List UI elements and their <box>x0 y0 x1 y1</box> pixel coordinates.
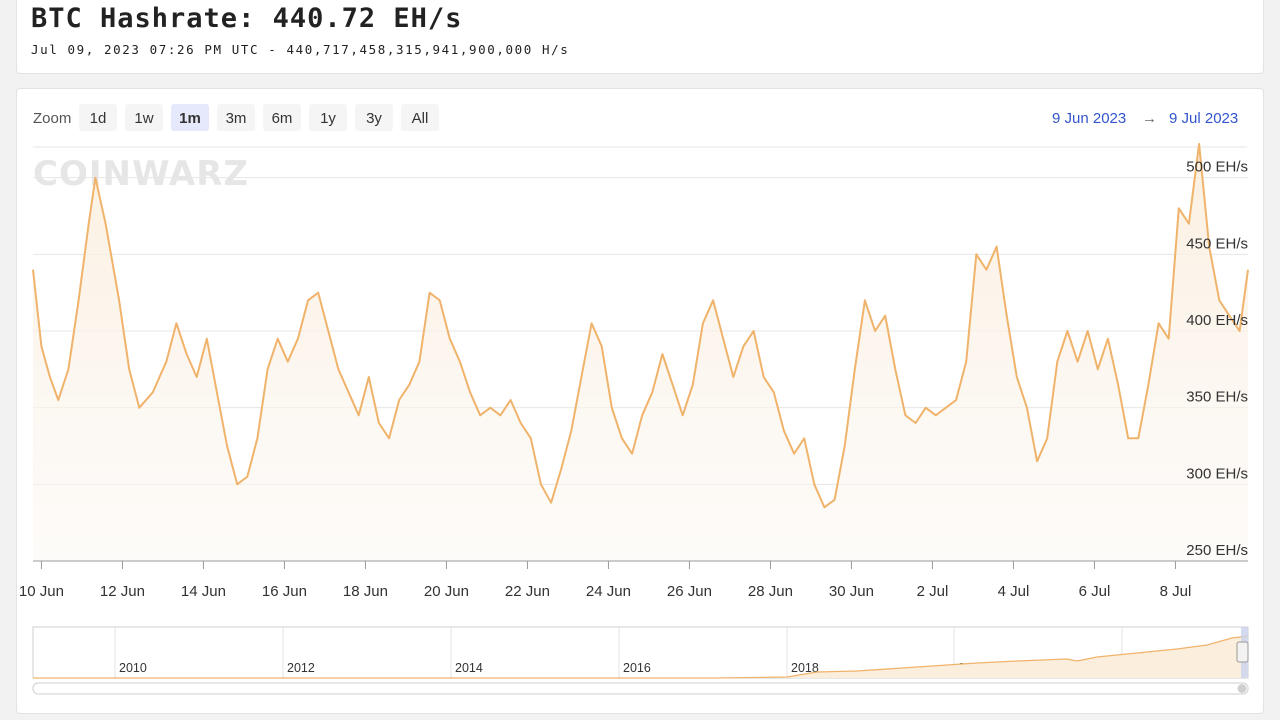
zoom-1y-button[interactable]: 1y <box>309 104 347 131</box>
zoom-1w-button[interactable]: 1w <box>125 104 163 131</box>
x-tick-label: 20 Jun <box>424 583 469 600</box>
scrollbar-thumb[interactable] <box>1237 684 1247 693</box>
y-tick-label: 350 EH/s <box>1186 389 1248 406</box>
navigator-year-label: 2014 <box>455 661 483 675</box>
x-tick-label: 4 Jul <box>998 583 1030 600</box>
x-tick-label: 2 Jul <box>917 583 949 600</box>
range-arrow: → <box>1142 110 1157 127</box>
y-tick-label: 450 EH/s <box>1186 235 1248 252</box>
zoom-button-label: 6m <box>272 110 293 127</box>
page-subtitle: Jul 09, 2023 07:26 PM UTC - 440,717,458,… <box>31 42 570 57</box>
x-tick-label: 10 Jun <box>19 583 64 600</box>
x-tick-label: 16 Jun <box>262 583 307 600</box>
zoom-button-label: 1y <box>320 110 336 127</box>
hashrate-chart: Zoom 1d 1w 1m 3m 6m 1y 3y All 9 Jun 2023 → 9 Ju… <box>19 104 1249 695</box>
chart-card: Zoom 1d 1w 1m 3m 6m 1y 3y All 9 Jun 2023 → 9 Ju… <box>16 88 1264 714</box>
zoom-button-label: 1d <box>90 110 107 127</box>
navigator-year-label: 2010 <box>119 661 147 675</box>
scrollbar-track[interactable] <box>32 682 1249 695</box>
y-tick-label: 300 EH/s <box>1186 465 1248 482</box>
watermark-logo: COINWARZ <box>33 154 249 194</box>
zoom-6m-button[interactable]: 6m <box>263 104 301 131</box>
x-tick-label: 18 Jun <box>343 583 388 600</box>
x-tick-label: 8 Jul <box>1160 583 1192 600</box>
range-from[interactable]: 9 Jun 2023 <box>1052 110 1126 127</box>
x-tick-label: 14 Jun <box>181 583 226 600</box>
zoom-3y-button[interactable]: 3y <box>355 104 393 131</box>
x-tick-label: 12 Jun <box>100 583 145 600</box>
x-tick-label: 24 Jun <box>586 583 631 600</box>
x-tick-label: 28 Jun <box>748 583 793 600</box>
navigator-year-label: 2012 <box>287 661 315 675</box>
plot-area <box>32 142 1249 561</box>
x-tick-label: 6 Jul <box>1079 583 1111 600</box>
x-tick-label: 30 Jun <box>829 583 874 600</box>
zoom-3m-button[interactable]: 3m <box>217 104 255 131</box>
zoom-1m-button[interactable]: 1m <box>171 104 209 131</box>
zoom-button-label: All <box>412 110 429 127</box>
series-area <box>33 143 1248 561</box>
zoom-All-button[interactable]: All <box>401 104 439 131</box>
zoom-button-label: 1w <box>134 110 153 127</box>
x-axis: 10 Jun 12 Jun 14 Jun 16 Jun 18 Jun 20 Jun 22 J… <box>19 560 1248 600</box>
range-to[interactable]: 9 Jul 2023 <box>1169 110 1238 127</box>
x-tick-label: 22 Jun <box>505 583 550 600</box>
zoom-buttons: 1d 1w 1m 3m 6m 1y 3y All <box>79 104 439 131</box>
zoom-button-label: 1m <box>179 110 201 127</box>
navigator-handle[interactable] <box>1236 641 1249 663</box>
zoom-button-label: 3y <box>366 110 382 127</box>
y-tick-label: 400 EH/s <box>1186 312 1248 329</box>
x-tick-label: 26 Jun <box>667 583 712 600</box>
y-tick-label: 500 EH/s <box>1186 159 1248 176</box>
navigator[interactable]: 2010201220142016201820202022 <box>32 626 1249 695</box>
y-tick-label: 250 EH/s <box>1186 542 1248 559</box>
zoom-1d-button[interactable]: 1d <box>79 104 117 131</box>
navigator-year-label: 2016 <box>623 661 651 675</box>
zoom-button-label: 3m <box>226 110 247 127</box>
date-range: 9 Jun 2023 → 9 Jul 2023 <box>1052 110 1238 127</box>
page-title: BTC Hashrate: 440.72 EH/s <box>31 3 463 34</box>
header-card: BTC Hashrate: 440.72 EH/s Jul 09, 2023 0… <box>16 0 1264 74</box>
zoom-label: Zoom <box>33 110 71 127</box>
